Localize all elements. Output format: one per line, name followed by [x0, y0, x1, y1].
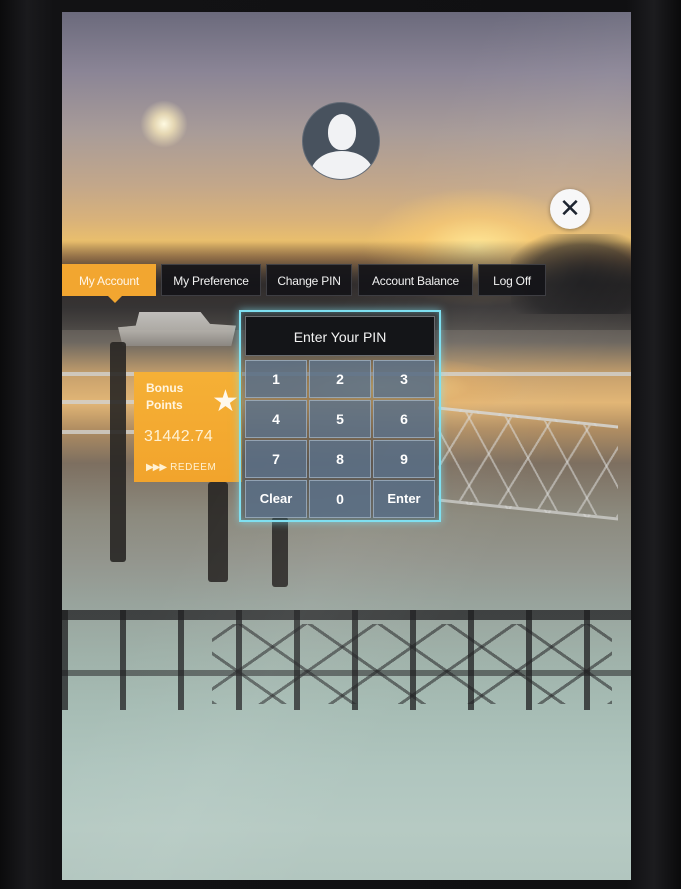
menu-item-label: Change PIN	[277, 274, 341, 288]
key-4[interactable]: 4	[245, 400, 307, 438]
key-3[interactable]: 3	[373, 360, 435, 398]
menu-item-label: Account Balance	[371, 274, 460, 288]
pin-keypad: 1 2 3 4 5 6 7 8 9 Clear 0 Enter	[245, 360, 435, 518]
menu-item-log-off[interactable]: Log Off	[478, 264, 546, 296]
pin-entry-display[interactable]: Enter Your PIN	[245, 316, 435, 356]
clear-button[interactable]: Clear	[245, 480, 307, 518]
menu-item-my-account[interactable]: My Account	[62, 264, 156, 303]
bonus-points-card[interactable]: Bonus Points ★ 31442.74 ▶▶▶ REDEEM	[134, 372, 242, 482]
bonus-points-value: 31442.74	[144, 428, 214, 445]
key-1[interactable]: 1	[245, 360, 307, 398]
menu-item-label: My Preference	[173, 274, 249, 288]
user-silhouette-icon	[311, 151, 373, 179]
pin-pad: Enter Your PIN 1 2 3 4 5 6 7 8 9 Clear 0…	[239, 310, 441, 522]
star-icon: ★	[212, 384, 239, 419]
account-menu: My Account My Preference Change PIN Acco…	[62, 264, 631, 303]
key-0[interactable]: 0	[309, 480, 371, 518]
key-7[interactable]: 7	[245, 440, 307, 478]
menu-item-label: Log Off	[493, 274, 531, 288]
redeem-label: REDEEM	[170, 462, 217, 473]
key-2[interactable]: 2	[309, 360, 371, 398]
user-avatar[interactable]	[302, 102, 380, 180]
bonus-points-label: Bonus Points	[146, 381, 184, 412]
menu-item-account-balance[interactable]: Account Balance	[358, 264, 473, 296]
key-6[interactable]: 6	[373, 400, 435, 438]
arrows-icon: ▶▶▶	[146, 462, 167, 473]
user-silhouette-icon	[328, 114, 356, 150]
pin-entry-prompt: Enter Your PIN	[293, 329, 387, 345]
key-8[interactable]: 8	[309, 440, 371, 478]
menu-item-my-preference[interactable]: My Preference	[161, 264, 261, 296]
close-icon: ✕	[559, 194, 581, 224]
kiosk-screen: ✕ My Account My Preference Change PIN Ac…	[62, 12, 631, 880]
menu-item-label: My Account	[78, 274, 140, 288]
close-button[interactable]: ✕	[550, 189, 590, 229]
redeem-link[interactable]: ▶▶▶ REDEEM	[146, 462, 216, 473]
key-9[interactable]: 9	[373, 440, 435, 478]
menu-item-change-pin[interactable]: Change PIN	[266, 264, 352, 296]
enter-button[interactable]: Enter	[373, 480, 435, 518]
key-5[interactable]: 5	[309, 400, 371, 438]
